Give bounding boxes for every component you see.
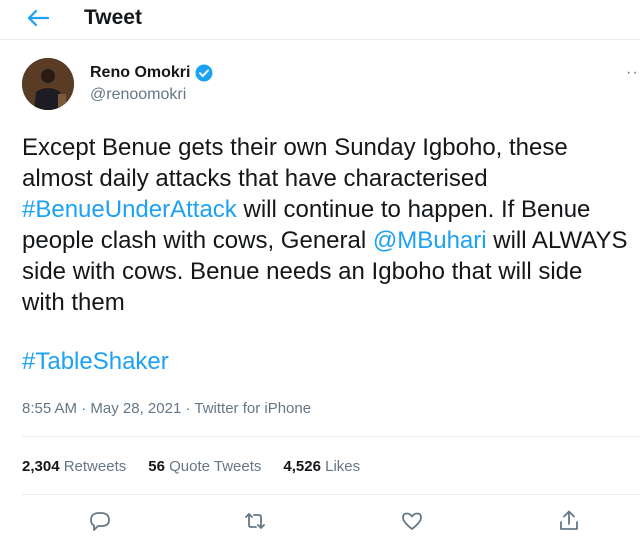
author-handle[interactable]: @renoomokri [90,86,186,104]
tweet-line: people clash with cows, General @MBuhari… [22,225,640,256]
quote-tweets-stat[interactable]: 56 Quote Tweets [148,458,261,475]
tweet-meta: 8:55 AM · May 28, 2021 · Twitter for iPh… [22,400,311,417]
author-name-row: Reno Omokri [90,64,213,82]
tweet-line: Except Benue gets their own Sunday Igboh… [22,134,568,161]
tweet-line: with them [22,289,125,316]
tweet-body: Except Benue gets their own Sunday Igboh… [22,132,640,318]
retweets-stat[interactable]: 2,304 Retweets [22,458,126,475]
retweets-count: 2,304 [22,458,60,475]
reply-icon[interactable] [87,508,113,534]
likes-stat[interactable]: 4,526 Likes [283,458,360,475]
likes-label: Likes [325,458,361,475]
retweets-label: Retweets [63,458,127,475]
tweet-actions [0,508,640,538]
divider [22,436,640,437]
tweet-text-segment: will continue to happen. If Benue [236,196,591,223]
display-name[interactable]: Reno Omokri [90,64,190,82]
hashtag-link[interactable]: #TableShaker [22,346,169,377]
tweet-text-segment: people clash with cows, General [22,227,373,254]
verified-icon [195,64,213,82]
meta-separator: · [181,400,195,417]
tweet-line: side with cows. Benue needs an Igboho th… [22,258,583,285]
mention-link[interactable]: @MBuhari [373,227,487,254]
quotes-label: Quote Tweets [169,458,262,475]
tweet-date[interactable]: May 28, 2021 [90,400,181,417]
heart-icon[interactable] [399,508,425,534]
tweet-text-segment: will ALWAYS [486,227,628,254]
retweet-icon[interactable] [242,508,268,534]
quotes-count: 56 [148,458,165,475]
share-icon[interactable] [556,508,582,534]
meta-separator: · [77,400,91,417]
hashtag-link[interactable]: #BenueUnderAttack [22,196,237,223]
likes-count: 4,526 [283,458,321,475]
tweet-stats: 2,304 Retweets 56 Quote Tweets 4,526 Lik… [22,458,382,475]
avatar[interactable] [22,58,74,110]
tweet-header: Tweet [0,0,640,40]
tweet-line: #BenueUnderAttack will continue to happe… [22,194,640,225]
more-options-icon[interactable]: ·· [626,64,639,82]
tweet-time[interactable]: 8:55 AM [22,400,77,417]
page-title: Tweet [84,6,142,29]
tweet-line: almost daily attacks that have character… [22,165,488,192]
divider [22,494,640,495]
back-arrow-icon[interactable] [24,6,54,32]
tweet-source[interactable]: Twitter for iPhone [194,400,311,417]
